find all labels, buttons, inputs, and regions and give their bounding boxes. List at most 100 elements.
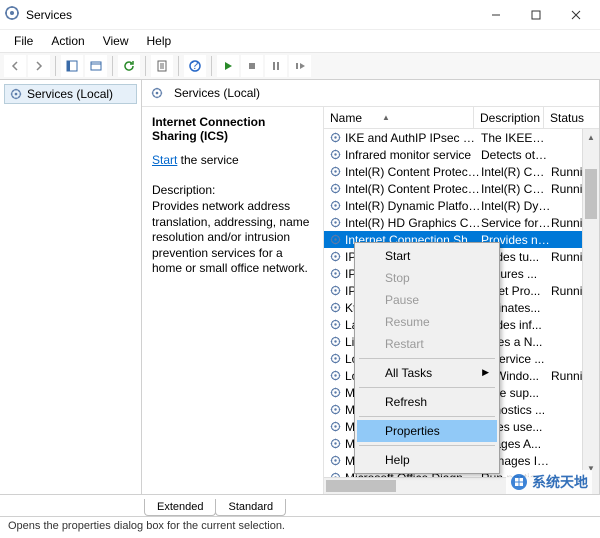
gear-icon bbox=[328, 233, 342, 247]
service-name: Intel(R) HD Graphics Contro... bbox=[345, 216, 481, 230]
properties-button[interactable] bbox=[151, 55, 173, 77]
service-name: IKE and AuthIP IPsec Keying... bbox=[345, 131, 481, 145]
gear-icon bbox=[328, 437, 342, 451]
service-row[interactable]: Intel(R) Content Protection ...Intel(R) … bbox=[324, 163, 599, 180]
minimize-button[interactable] bbox=[476, 2, 516, 28]
pane-header-title: Services (Local) bbox=[174, 86, 260, 100]
gear-icon bbox=[328, 131, 342, 145]
maximize-button[interactable] bbox=[516, 2, 556, 28]
toolbar: ? bbox=[0, 52, 600, 80]
service-desc: Intel(R) Con... bbox=[481, 182, 551, 196]
menubar: File Action View Help bbox=[0, 30, 600, 52]
service-name: Intel(R) Content Protection ... bbox=[345, 165, 481, 179]
service-name: Intel(R) Dynamic Platform a... bbox=[345, 199, 481, 213]
export-list-button[interactable] bbox=[85, 55, 107, 77]
menu-separator bbox=[359, 416, 495, 417]
help-button[interactable]: ? bbox=[184, 55, 206, 77]
gear-icon bbox=[328, 420, 342, 434]
gear-icon bbox=[328, 301, 342, 315]
gear-icon bbox=[328, 369, 342, 383]
menu-item-start[interactable]: Start bbox=[357, 245, 497, 267]
gear-icon bbox=[328, 386, 342, 400]
tab-strip: Extended Standard bbox=[0, 494, 600, 516]
refresh-button[interactable] bbox=[118, 55, 140, 77]
menu-action[interactable]: Action bbox=[43, 32, 92, 50]
menu-separator bbox=[359, 445, 495, 446]
menu-item-restart: Restart bbox=[357, 333, 497, 355]
gear-icon bbox=[328, 403, 342, 417]
sort-asc-icon: ▲ bbox=[382, 113, 390, 122]
watermark-icon bbox=[510, 473, 528, 491]
description-text: Provides network address translation, ad… bbox=[152, 199, 313, 277]
service-name: Infrared monitor service bbox=[345, 148, 481, 162]
menu-item-stop: Stop bbox=[357, 267, 497, 289]
stop-service-button[interactable] bbox=[241, 55, 263, 77]
gear-icon bbox=[328, 352, 342, 366]
app-icon bbox=[4, 5, 26, 24]
service-row[interactable]: Intel(R) Content Protection ...Intel(R) … bbox=[324, 180, 599, 197]
gear-icon bbox=[328, 284, 342, 298]
back-button[interactable] bbox=[4, 55, 26, 77]
service-row[interactable]: Intel(R) Dynamic Platform a...Intel(R) D… bbox=[324, 197, 599, 214]
submenu-arrow-icon: ▶ bbox=[482, 367, 489, 378]
menu-help[interactable]: Help bbox=[139, 32, 180, 50]
gear-icon bbox=[328, 267, 342, 281]
tab-extended[interactable]: Extended bbox=[144, 499, 216, 516]
status-bar: Opens the properties dialog box for the … bbox=[0, 516, 600, 538]
service-name: Intel(R) Content Protection ... bbox=[345, 182, 481, 196]
menu-view[interactable]: View bbox=[95, 32, 137, 50]
menu-item-help[interactable]: Help bbox=[357, 449, 497, 471]
column-name[interactable]: Name▲ bbox=[324, 107, 474, 128]
service-desc: Service for l... bbox=[481, 216, 551, 230]
list-header: Name▲ Description Status bbox=[324, 107, 599, 129]
service-row[interactable]: Intel(R) HD Graphics Contro...Service fo… bbox=[324, 214, 599, 231]
pause-service-button[interactable] bbox=[265, 55, 287, 77]
gear-icon bbox=[9, 87, 23, 101]
vertical-scrollbar[interactable]: ▲ ▼ bbox=[582, 129, 599, 477]
gear-icon bbox=[328, 250, 342, 264]
start-service-button[interactable] bbox=[217, 55, 239, 77]
watermark: 系统天地 bbox=[506, 470, 592, 494]
svg-text:?: ? bbox=[192, 59, 199, 72]
titlebar: Services bbox=[0, 0, 600, 30]
description-label: Description: bbox=[152, 183, 313, 197]
restart-service-button[interactable] bbox=[289, 55, 311, 77]
start-service-link[interactable]: Start bbox=[152, 153, 177, 167]
menu-item-pause: Pause bbox=[357, 289, 497, 311]
tree-pane: Services (Local) bbox=[0, 80, 142, 494]
service-row[interactable]: Infrared monitor serviceDetects oth... bbox=[324, 146, 599, 163]
tree-root-item[interactable]: Services (Local) bbox=[4, 84, 137, 104]
pane-header: Services (Local) bbox=[142, 80, 599, 107]
selected-service-name: Internet Connection Sharing (ICS) bbox=[152, 115, 313, 143]
watermark-text: 系统天地 bbox=[532, 472, 588, 492]
menu-item-resume: Resume bbox=[357, 311, 497, 333]
start-suffix: the service bbox=[177, 153, 238, 167]
scroll-thumb-h[interactable] bbox=[326, 480, 396, 492]
menu-file[interactable]: File bbox=[6, 32, 41, 50]
service-desc: Detects oth... bbox=[481, 148, 551, 162]
gear-icon bbox=[328, 199, 342, 213]
service-row[interactable]: IKE and AuthIP IPsec Keying...The IKEEXT… bbox=[324, 129, 599, 146]
scroll-up-icon[interactable]: ▲ bbox=[583, 129, 599, 146]
menu-item-all-tasks[interactable]: All Tasks▶ bbox=[357, 362, 497, 384]
gear-icon bbox=[328, 148, 342, 162]
service-desc: Intel(R) Con... bbox=[481, 165, 551, 179]
description-pane: Internet Connection Sharing (ICS) Start … bbox=[142, 107, 324, 494]
column-description[interactable]: Description bbox=[474, 107, 544, 128]
gear-icon bbox=[150, 86, 164, 100]
tab-standard[interactable]: Standard bbox=[215, 499, 286, 516]
service-desc: Intel(R) Dyn... bbox=[481, 199, 551, 213]
gear-icon bbox=[328, 454, 342, 468]
menu-separator bbox=[359, 358, 495, 359]
show-hide-tree-button[interactable] bbox=[61, 55, 83, 77]
gear-icon bbox=[328, 165, 342, 179]
menu-item-refresh[interactable]: Refresh bbox=[357, 391, 497, 413]
scroll-thumb-v[interactable] bbox=[585, 169, 597, 219]
menu-separator bbox=[359, 387, 495, 388]
close-button[interactable] bbox=[556, 2, 596, 28]
forward-button[interactable] bbox=[28, 55, 50, 77]
menu-item-properties[interactable]: Properties bbox=[357, 420, 497, 442]
gear-icon bbox=[328, 182, 342, 196]
gear-icon bbox=[328, 318, 342, 332]
column-status[interactable]: Status bbox=[544, 107, 590, 128]
